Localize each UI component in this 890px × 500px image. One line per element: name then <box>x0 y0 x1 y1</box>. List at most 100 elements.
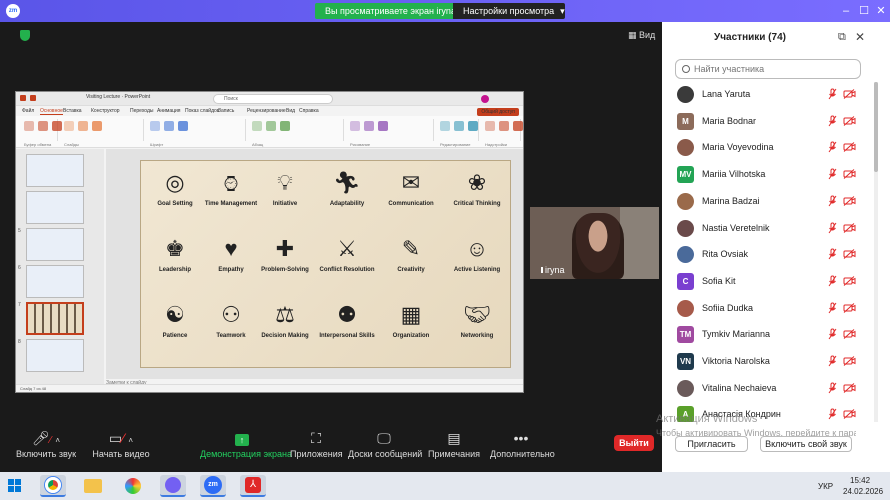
notes-button[interactable]: ▤ Примечания <box>428 430 480 459</box>
participant-scrollbar[interactable] <box>874 82 878 422</box>
ribbon-tool-icon[interactable] <box>454 121 464 131</box>
close-icon[interactable]: ✕ <box>873 3 889 19</box>
video-off-icon <box>843 169 856 179</box>
ribbon-tool-icon[interactable] <box>78 121 88 131</box>
team-icon: ⚇ <box>221 302 241 327</box>
ppt-menu-item[interactable]: Конструктор <box>91 108 120 114</box>
ribbon-tool-icon[interactable] <box>38 121 48 131</box>
unmute-self-button[interactable]: Включить свой звук <box>760 436 852 452</box>
close-panel-icon[interactable]: ✕ <box>855 30 865 44</box>
apps-button[interactable]: ⛶ Приложения <box>290 430 343 459</box>
leave-button[interactable]: Выйти <box>614 435 654 451</box>
acrobat-icon[interactable]: ⅄ <box>240 475 266 497</box>
participant-row[interactable]: Lana Yaruta <box>662 82 872 108</box>
language-indicator[interactable]: УКР <box>818 482 833 491</box>
hug-icon: ♥︎ <box>224 236 238 261</box>
slide-thumbnail[interactable] <box>26 154 84 187</box>
participant-row[interactable]: Sofiia Dudka <box>662 296 872 322</box>
minimize-icon[interactable]: – <box>838 3 854 19</box>
more-button[interactable]: ••• Дополнительно <box>490 430 555 459</box>
ribbon-tool-icon[interactable] <box>280 121 290 131</box>
maximize-icon[interactable]: ☐ <box>856 3 872 19</box>
ppt-menu-item[interactable]: Анимация <box>157 108 180 114</box>
participant-row[interactable]: Rita Ovsiak <box>662 242 872 268</box>
participant-row[interactable]: Maria Voyevodina <box>662 135 872 161</box>
ribbon-tool-icon[interactable] <box>468 121 478 131</box>
ppt-menu-item[interactable]: Рецензирование <box>247 108 286 114</box>
ppt-menu-item[interactable]: Показ слайдов <box>185 108 219 114</box>
ppt-menu-item[interactable]: Справка <box>299 108 319 114</box>
ribbon-tool-icon[interactable] <box>150 121 160 131</box>
ppt-menu-item[interactable]: Файл <box>22 108 34 114</box>
ribbon-tool-icon[interactable] <box>350 121 360 131</box>
participant-row[interactable]: VN Viktoria Narolska <box>662 349 872 375</box>
save-icon[interactable] <box>30 95 36 101</box>
chrome-icon[interactable] <box>40 475 66 497</box>
ribbon-tool-icon[interactable] <box>378 121 388 131</box>
participant-row[interactable]: Marina Badzai <box>662 189 872 215</box>
participant-row[interactable]: Vitalina Nechaieva <box>662 376 872 402</box>
participant-row[interactable]: MV Mariia Vilhotska <box>662 162 872 188</box>
participant-row[interactable]: TM Tymkiv Marianna <box>662 322 872 348</box>
whiteboards-button[interactable]: 🖵︎ Доски сообщений <box>348 430 422 459</box>
scroll-thumb[interactable] <box>874 82 878 172</box>
start-video-button[interactable]: ▭⁄ ˄ Начать видео <box>88 430 154 459</box>
file-explorer-icon[interactable] <box>80 475 106 497</box>
video-off-icon <box>843 222 856 233</box>
clock-date[interactable]: 24.02.2026 <box>843 487 883 496</box>
participant-video-tile[interactable]: iryna <box>530 207 659 279</box>
avatar <box>677 139 694 157</box>
ribbon-tool-icon[interactable] <box>164 121 174 131</box>
participant-row[interactable]: M Maria Bodnar <box>662 109 872 135</box>
ppt-menu-item[interactable]: Запись <box>218 108 234 114</box>
slide-thumbnails-pane[interactable]: 5 6 7 8 <box>16 149 104 389</box>
zoom-taskbar-icon[interactable]: zm <box>200 475 226 497</box>
paint-icon[interactable] <box>120 475 146 497</box>
ppt-menu-item[interactable]: Вид <box>286 108 295 114</box>
popout-icon[interactable]: ⧉ <box>838 31 846 44</box>
participant-row[interactable]: C Sofia Kit <box>662 269 872 295</box>
ribbon-tool-icon[interactable] <box>499 121 509 131</box>
ribbon-tool-icon[interactable] <box>364 121 374 131</box>
shared-screen-powerpoint[interactable]: Visiting Lecture · PowerPoint Поиск Общи… <box>15 91 524 393</box>
slide-thumbnail[interactable] <box>26 191 84 224</box>
viber-icon[interactable] <box>160 475 186 497</box>
ppt-menu-item[interactable]: Переходы <box>130 108 153 114</box>
ribbon-tool-icon[interactable] <box>64 121 74 131</box>
participant-search-input[interactable] <box>675 59 861 79</box>
windows-start-icon[interactable] <box>8 479 22 493</box>
ppt-menu-item[interactable]: Основное <box>40 108 63 115</box>
ppt-search-input[interactable]: Поиск <box>213 94 333 104</box>
slide-thumbnail[interactable] <box>26 228 84 261</box>
ribbon-tool-icon[interactable] <box>24 121 34 131</box>
ribbon-tool-icon[interactable] <box>92 121 102 131</box>
ribbon-tool-icon[interactable] <box>485 121 495 131</box>
shield-icon[interactable] <box>20 30 30 41</box>
share-screen-button[interactable]: ↑ Демонстрация экрана <box>200 430 292 459</box>
notes-icon: ▤ <box>447 430 461 446</box>
invite-button[interactable]: Пригласить <box>675 436 748 452</box>
ribbon-tool-icon[interactable] <box>440 121 450 131</box>
ppt-share-button[interactable]: Общий доступ <box>477 108 519 116</box>
ribbon-tool-icon[interactable] <box>178 121 188 131</box>
mic-off-icon <box>828 115 837 126</box>
slide-canvas[interactable]: ◎ Goal Setting ⌚︎ Time Management 💡︎ Initiati… <box>106 149 523 379</box>
person-icon: 🏃︎ <box>333 170 361 195</box>
view-settings-button[interactable]: Настройки просмотра ▾ <box>453 3 565 19</box>
slide-thumbnail[interactable] <box>26 302 84 335</box>
slide-thumbnail[interactable] <box>26 265 84 298</box>
skill-tile: ✚ Problem-Solving <box>255 233 315 274</box>
slide-thumbnail[interactable] <box>26 339 84 372</box>
ppt-menu-item[interactable]: Вставка <box>63 108 82 114</box>
participant-row[interactable]: Nastia Veretelnik <box>662 216 872 242</box>
clock-time[interactable]: 15:42 <box>850 476 870 485</box>
view-button[interactable]: ▦ Вид <box>628 30 655 41</box>
mic-off-icon <box>828 248 837 260</box>
ribbon-tool-icon[interactable] <box>252 121 262 131</box>
unmute-button[interactable]: 🎤︎⁄ ˄ Включить звук <box>14 430 78 459</box>
mic-off-icon <box>828 328 837 340</box>
ribbon-tool-icon[interactable] <box>266 121 276 131</box>
avatar[interactable] <box>481 95 489 103</box>
ribbon-tool-icon[interactable] <box>513 121 523 131</box>
watch-icon: ⌚︎ <box>219 172 242 197</box>
